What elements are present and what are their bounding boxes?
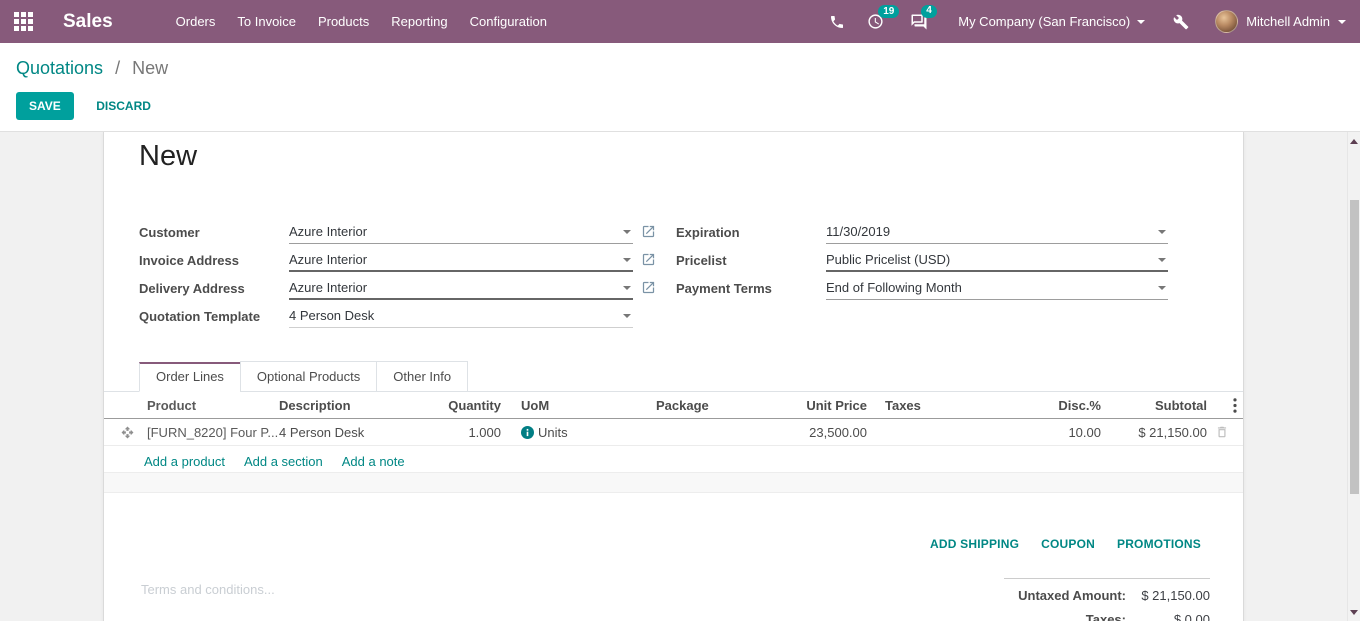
table-header-row: Product Description Quantity UoM Package… <box>104 392 1243 419</box>
tab-other-info[interactable]: Other Info <box>376 361 468 392</box>
cell-product[interactable]: [FURN_8220] Four P... <box>147 425 279 440</box>
quotation-form-sheet: New Customer Azure Interior Invoice Addr… <box>103 132 1244 621</box>
app-name[interactable]: Sales <box>63 11 113 33</box>
drag-handle-icon[interactable] <box>121 426 147 439</box>
scroll-up-icon[interactable] <box>1350 139 1358 144</box>
external-link-icon[interactable] <box>641 252 657 268</box>
delivery-address-label: Delivery Address <box>139 281 289 296</box>
top-navbar: Sales Orders To Invoice Products Reporti… <box>0 0 1360 43</box>
promotions-button[interactable]: PROMOTIONS <box>1117 537 1201 551</box>
external-link-icon[interactable] <box>641 280 657 296</box>
cell-uom[interactable]: Units <box>501 425 629 440</box>
dropdown-caret-icon <box>1158 258 1166 262</box>
nav-orders[interactable]: Orders <box>165 0 227 43</box>
breadcrumb-separator: / <box>115 58 120 78</box>
user-menu[interactable]: Mitchell Admin <box>1215 10 1346 33</box>
activity-count-badge: 19 <box>878 5 899 18</box>
column-options-icon[interactable] <box>1233 398 1237 416</box>
vertical-scrollbar[interactable] <box>1347 132 1360 621</box>
col-header-product: Product <box>147 398 279 413</box>
col-header-subtotal: Subtotal <box>1101 398 1207 413</box>
col-header-package: Package <box>629 398 769 413</box>
totals-panel: Untaxed Amount: $ 21,150.00 Taxes: $ 0.0… <box>1004 578 1210 621</box>
add-shipping-button[interactable]: ADD SHIPPING <box>930 537 1019 551</box>
chevron-down-icon <box>1338 20 1346 24</box>
quotation-template-field[interactable]: 4 Person Desk <box>289 305 633 328</box>
avatar <box>1215 10 1238 33</box>
nav-reporting[interactable]: Reporting <box>380 0 458 43</box>
activities-icon[interactable]: 19 <box>867 13 884 30</box>
add-a-product-link[interactable]: Add a product <box>144 454 225 469</box>
taxes-row: Taxes: $ 0.00 <box>1004 612 1210 621</box>
col-header-uom: UoM <box>501 398 629 413</box>
dropdown-caret-icon <box>623 286 631 290</box>
payment-terms-label: Payment Terms <box>676 281 826 296</box>
discard-button[interactable]: DISCARD <box>83 92 164 120</box>
tab-optional-products[interactable]: Optional Products <box>240 361 377 392</box>
col-header-description: Description <box>279 398 421 413</box>
col-header-taxes: Taxes <box>867 398 977 413</box>
dropdown-caret-icon <box>623 314 631 318</box>
dropdown-caret-icon <box>1158 286 1166 290</box>
top-menu: Orders To Invoice Products Reporting Con… <box>165 0 558 43</box>
payment-terms-field[interactable]: End of Following Month <box>826 277 1168 300</box>
add-a-section-link[interactable]: Add a section <box>244 454 323 469</box>
save-button[interactable]: SAVE <box>16 92 74 120</box>
external-link-icon[interactable] <box>641 224 657 240</box>
cell-unit-price[interactable]: 23,500.00 <box>769 425 867 440</box>
invoice-address-field[interactable]: Azure Interior <box>289 249 633 272</box>
dropdown-caret-icon <box>1158 230 1166 234</box>
company-name: My Company (San Francisco) <box>958 14 1130 29</box>
scrollbar-thumb[interactable] <box>1350 200 1359 494</box>
customer-field[interactable]: Azure Interior <box>289 221 633 244</box>
breadcrumb: Quotations / New <box>16 58 1344 79</box>
table-footer-band <box>104 472 1243 493</box>
pricelist-label: Pricelist <box>676 253 826 268</box>
cell-description[interactable]: 4 Person Desk <box>279 425 421 440</box>
col-header-quantity: Quantity <box>421 398 501 413</box>
message-count-badge: 4 <box>921 5 937 18</box>
nav-products[interactable]: Products <box>307 0 380 43</box>
breadcrumb-quotations[interactable]: Quotations <box>16 58 103 78</box>
terms-and-conditions-input[interactable]: Terms and conditions... <box>141 582 275 597</box>
phone-icon[interactable] <box>829 14 845 30</box>
nav-to-invoice[interactable]: To Invoice <box>226 0 307 43</box>
dropdown-caret-icon <box>623 258 631 262</box>
cell-quantity[interactable]: 1.000 <box>421 425 501 440</box>
add-a-note-link[interactable]: Add a note <box>342 454 405 469</box>
quotation-template-label: Quotation Template <box>139 309 289 324</box>
record-title: New <box>139 140 197 173</box>
tab-order-lines[interactable]: Order Lines <box>139 362 241 392</box>
col-header-unit-price: Unit Price <box>769 398 867 413</box>
expiration-field[interactable]: 11/30/2019 <box>826 221 1168 244</box>
chevron-down-icon <box>1137 20 1145 24</box>
cell-discount[interactable]: 10.00 <box>977 425 1101 440</box>
breadcrumb-current: New <box>132 58 168 78</box>
order-line-row[interactable]: [FURN_8220] Four P... 4 Person Desk 1.00… <box>104 419 1243 446</box>
delivery-address-field[interactable]: Azure Interior <box>289 277 633 300</box>
expiration-label: Expiration <box>676 225 826 240</box>
uom-info-icon <box>521 426 534 439</box>
invoice-address-label: Invoice Address <box>139 253 289 268</box>
notebook-tabs: Order Lines Optional Products Other Info <box>104 360 1243 392</box>
coupon-button[interactable]: COUPON <box>1041 537 1095 551</box>
nav-configuration[interactable]: Configuration <box>459 0 558 43</box>
control-panel: Quotations / New SAVE DISCARD <box>0 43 1360 131</box>
delete-row-icon[interactable] <box>1207 425 1237 439</box>
company-switcher[interactable]: My Company (San Francisco) <box>958 14 1145 29</box>
order-lines-table: Product Description Quantity UoM Package… <box>104 392 1243 479</box>
cell-subtotal[interactable]: $ 21,150.00 <box>1101 425 1207 440</box>
footer-actions: ADD SHIPPING COUPON PROMOTIONS <box>930 537 1201 551</box>
user-name: Mitchell Admin <box>1246 14 1330 29</box>
scroll-down-icon[interactable] <box>1350 610 1358 615</box>
pricelist-field[interactable]: Public Pricelist (USD) <box>826 249 1168 272</box>
dropdown-caret-icon <box>623 230 631 234</box>
tools-icon[interactable] <box>1173 14 1189 30</box>
untaxed-amount-row: Untaxed Amount: $ 21,150.00 <box>1004 588 1210 603</box>
messages-icon[interactable]: 4 <box>910 13 928 31</box>
customer-label: Customer <box>139 225 289 240</box>
content-area: New Customer Azure Interior Invoice Addr… <box>0 131 1360 621</box>
col-header-discount: Disc.% <box>977 398 1101 413</box>
apps-menu-icon[interactable] <box>14 12 33 31</box>
